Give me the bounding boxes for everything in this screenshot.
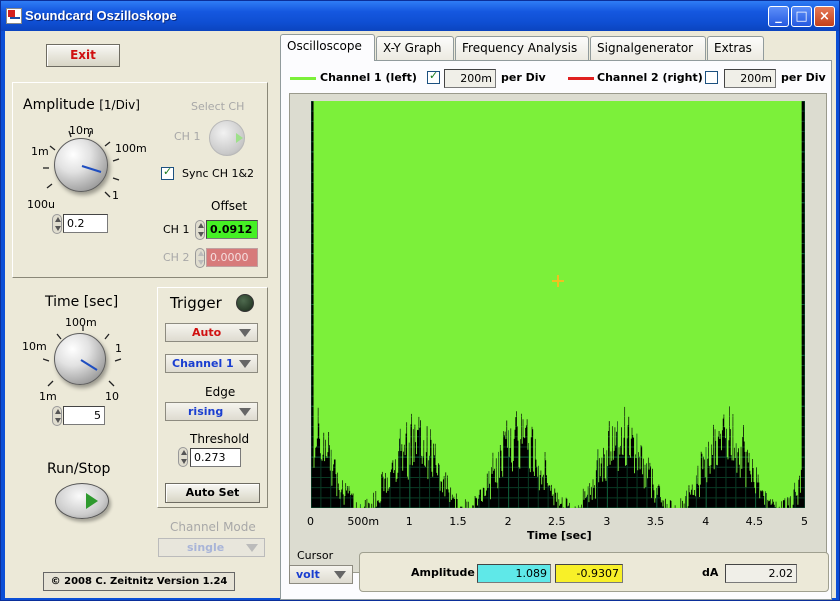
edge-value: rising [188,405,224,418]
chevron-down-icon [239,329,251,337]
time-spinner[interactable] [52,406,62,426]
threshold-label: Threshold [190,432,250,446]
tab-signalgenerator[interactable]: Signalgenerator [590,36,706,60]
title-bar[interactable]: Soundcard Oszilloskope _ □ × [1,1,839,31]
oscilloscope-plot[interactable] [311,101,805,508]
amplitude-spinner[interactable] [52,214,62,234]
chevron-down-icon [239,408,251,416]
ch2-label: Channel 2 (right) [597,71,703,84]
ch1-label: Channel 1 (left) [320,71,417,84]
threshold-field[interactable]: 0.273 [190,448,241,467]
offset-ch1-field[interactable]: 0.0912 [206,220,258,239]
threshold-spinner[interactable] [178,447,188,467]
knob-pointer-icon [80,359,98,371]
x-tick-label: 5 [801,515,808,528]
amplitude-readout-label: Amplitude [411,566,475,579]
trigger-title: Trigger [170,294,222,312]
minimize-button[interactable]: _ [768,6,789,27]
select-ch-indicator-icon [236,133,243,143]
chevron-down-icon [239,360,251,368]
trigger-led-icon [236,294,254,312]
exit-button[interactable]: Exit [46,44,120,67]
time-knob[interactable] [54,333,106,385]
x-tick-label: 3 [603,515,611,528]
edge-dropdown[interactable]: rising [165,402,258,421]
ch2-enable-checkbox[interactable] [705,71,718,84]
channel-mode-value: single [187,541,225,554]
x-tick-label: 1.5 [449,515,467,528]
select-ch-label: Select CH [191,100,245,113]
run-stop-label: Run/Stop [47,461,111,477]
x-tick-label: 1 [405,515,413,528]
offset-ch2-spinner[interactable] [195,248,205,268]
app-window: Soundcard Oszilloskope _ □ × Exit Amplit… [0,0,840,601]
tab-xy-graph[interactable]: X-Y Graph [376,36,454,60]
amplitude-knob[interactable] [54,138,108,192]
x-tick-label: 4 [702,515,710,528]
maximize-button[interactable]: □ [791,6,812,27]
channel-mode-label: Channel Mode [170,520,256,534]
copyright-label: © 2008 C. Zeitnitz Version 1.24 [43,572,235,591]
close-button[interactable]: × [814,6,835,27]
offset-ch2-field[interactable]: 0.0000 [206,248,258,267]
time-title: Time [sec] [45,294,119,310]
tab-oscilloscope[interactable]: Oscilloscope [280,34,375,61]
ch2-per-div-label: per Div [781,71,826,84]
sync-ch-checkbox[interactable] [161,165,174,180]
trigger-source-dropdown[interactable]: Channel 1 [165,354,258,373]
cursor-unit-dropdown[interactable]: volt [289,565,353,584]
chevron-down-icon [246,544,258,552]
offset-label: Offset [211,199,248,213]
app-icon [6,8,22,24]
run-stop-button[interactable] [55,483,109,519]
cursor-amplitude-1: 1.089 [477,564,551,583]
play-icon [86,493,98,509]
offset-ch2-label: CH 2 [163,251,190,264]
offset-ch1-label: CH 1 [163,223,190,236]
client-area: Exit Amplitude [1/Div] 100u 1m 10m 100m … [5,31,836,600]
da-label: dA [702,566,719,579]
amplitude-title: Amplitude [1/Div] [23,97,140,113]
cursor-unit-value: volt [296,568,320,581]
edge-label: Edge [205,385,236,399]
window-title: Soundcard Oszilloskope [25,8,177,23]
da-value: 2.02 [725,564,797,583]
x-tick-label: 0 [307,515,314,528]
select-ch-switch[interactable] [209,120,245,156]
tab-extras[interactable]: Extras [707,36,764,60]
trigger-source-value: Channel 1 [172,357,234,370]
knob-pointer-icon [81,165,102,173]
sync-ch-label: Sync CH 1&2 [182,167,255,180]
ch1-div-field[interactable]: 200m [444,69,496,88]
cursor-amplitude-2: -0.9307 [555,564,623,583]
ch1-line-swatch [290,77,316,80]
amplitude-value-field[interactable]: 0.2 [63,214,108,233]
ch1-enable-checkbox[interactable] [427,69,440,84]
select-ch1-label: CH 1 [174,130,201,143]
x-tick-label: 4.5 [745,515,764,528]
trigger-mode-value: Auto [192,326,222,339]
close-icon: × [819,9,830,24]
ch2-div-field[interactable]: 200m [724,69,776,88]
chevron-down-icon [334,571,346,579]
time-value-field[interactable]: 5 [63,406,105,425]
cursor-label: Cursor [297,549,334,562]
x-axis-title: Time [sec] [527,529,592,542]
ch1-per-div-label: per Div [501,71,546,84]
minimize-icon: _ [775,9,782,24]
auto-set-button[interactable]: Auto Set [165,483,260,503]
tab-frequency-analysis[interactable]: Frequency Analysis [455,36,589,60]
x-tick-label: 2 [504,515,512,528]
offset-ch1-spinner[interactable] [195,220,205,240]
x-tick-label: 500m [347,515,380,528]
maximize-icon: □ [795,9,808,24]
trigger-mode-dropdown[interactable]: Auto [165,323,258,342]
channel-mode-dropdown[interactable]: single [158,538,265,557]
x-tick-label: 3.5 [646,515,665,528]
ch1-trace [313,101,802,508]
x-tick-label: 2.5 [548,515,566,528]
ch2-line-swatch [568,77,594,80]
